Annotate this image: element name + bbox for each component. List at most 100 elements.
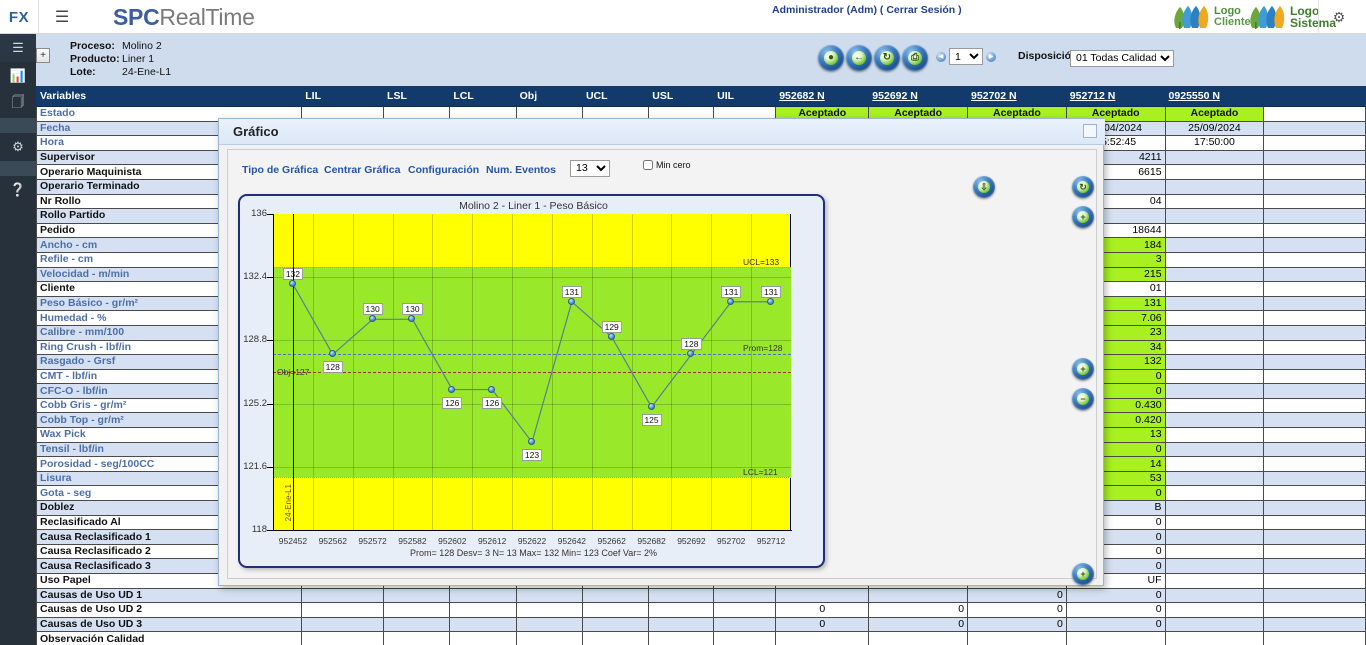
table-cell[interactable] [1164, 178, 1265, 195]
table-cell[interactable] [1263, 281, 1366, 297]
table-cell[interactable] [1263, 120, 1366, 137]
table-cell[interactable] [383, 631, 451, 645]
table-cell[interactable]: 17:50:00 [1164, 135, 1265, 151]
table-cell[interactable] [1263, 456, 1366, 472]
table-cell[interactable] [1263, 397, 1366, 414]
table-cell[interactable] [1065, 631, 1166, 645]
table-cell[interactable] [581, 587, 650, 604]
table-cell[interactable] [1164, 164, 1265, 180]
table-cell[interactable] [1263, 354, 1366, 370]
sidebar-item-settings[interactable]: ⚙ [0, 133, 36, 161]
refresh-chart-button[interactable]: ↻ [1072, 176, 1094, 198]
table-cell[interactable] [1164, 456, 1265, 472]
table-cell[interactable] [775, 587, 870, 604]
table-cell[interactable] [515, 602, 583, 618]
table-cell[interactable] [1164, 514, 1265, 531]
table-cell[interactable] [449, 616, 517, 633]
disposicion-select[interactable]: 01 Todas Calidad [1070, 49, 1174, 67]
table-cell[interactable] [1164, 631, 1265, 645]
table-cell[interactable] [648, 616, 715, 633]
table-cell[interactable] [1164, 470, 1265, 487]
table-cell[interactable] [1263, 251, 1366, 268]
chart-data-point[interactable] [567, 297, 575, 305]
col-uil[interactable]: UIL [713, 86, 777, 107]
table-cell[interactable] [713, 631, 777, 645]
table-cell[interactable] [1263, 106, 1366, 122]
table-cell[interactable] [1263, 164, 1366, 180]
num-eventos-select[interactable]: 13 [570, 159, 610, 177]
print-button[interactable]: ⎙ [902, 45, 928, 71]
sidebar-item-reports[interactable]: 📊 [0, 62, 36, 90]
col-ucl[interactable]: UCL [581, 86, 650, 107]
table-cell[interactable] [1263, 178, 1366, 195]
user-session-link[interactable]: Administrador (Adm) ( Cerrar Sesión ) [772, 4, 962, 16]
table-cell[interactable] [1263, 616, 1366, 633]
expand-chart-button[interactable]: + [1072, 563, 1094, 585]
table-cell[interactable]: 0 [868, 616, 969, 633]
table-cell[interactable] [1263, 485, 1366, 502]
table-cell[interactable] [1263, 310, 1366, 326]
chart-data-point[interactable] [767, 297, 775, 305]
table-cell[interactable] [581, 602, 650, 618]
table-cell[interactable] [648, 631, 715, 645]
table-cell[interactable] [1164, 324, 1265, 341]
table-cell[interactable] [1164, 383, 1265, 399]
col-obj[interactable]: Obj [515, 86, 583, 107]
table-cell[interactable] [1164, 281, 1265, 297]
col-lcl[interactable]: LCL [449, 86, 517, 107]
table-cell[interactable] [1263, 573, 1366, 589]
table-cell[interactable] [301, 616, 385, 633]
table-cell[interactable] [1263, 412, 1366, 429]
table-cell[interactable] [1164, 266, 1265, 283]
zoom-out-button[interactable]: − [1072, 388, 1094, 410]
table-cell[interactable] [1263, 441, 1366, 458]
table-row[interactable]: Causas de Uso UD 20000 [36, 602, 1366, 618]
chart-data-point[interactable] [647, 403, 655, 411]
table-cell[interactable] [775, 631, 870, 645]
table-cell[interactable] [1164, 295, 1265, 312]
hamburger-icon[interactable]: ☰ [50, 0, 74, 34]
variable-name-cell[interactable]: Causas de Uso UD 2 [36, 602, 303, 618]
col-variables[interactable]: Variables [36, 86, 303, 107]
variable-name-cell[interactable]: Observación Calidad [36, 631, 303, 645]
chart-panel[interactable]: Molino 2 - Liner 1 - Peso Básico UCL=133… [238, 194, 825, 568]
table-cell[interactable]: Aceptado [1164, 106, 1265, 122]
next-page-button[interactable]: ▶ [986, 51, 996, 62]
table-cell[interactable] [1164, 427, 1265, 443]
table-cell[interactable] [515, 587, 583, 604]
page-select[interactable]: 1 [949, 48, 983, 65]
table-cell[interactable] [1164, 251, 1265, 268]
variable-name-cell[interactable]: Causas de Uso UD 3 [36, 616, 303, 633]
table-row[interactable]: Causas de Uso UD 30000 [36, 616, 1366, 633]
table-cell[interactable] [1263, 295, 1366, 312]
chart-data-point[interactable] [368, 315, 376, 323]
centrar-grafica-link[interactable]: Centrar Gráfica [324, 164, 400, 176]
col-lil[interactable]: LIL [301, 86, 385, 107]
table-row[interactable]: Causas de Uso UD 1 00 [36, 587, 1366, 604]
sidebar-item-menu[interactable]: ☰ [0, 34, 36, 62]
table-cell[interactable] [1263, 237, 1366, 253]
table-cell[interactable]: 0 [775, 602, 870, 618]
table-cell[interactable] [449, 587, 517, 604]
table-cell[interactable] [1164, 412, 1265, 429]
table-cell[interactable] [1164, 208, 1265, 224]
table-cell[interactable] [1263, 602, 1366, 618]
table-cell[interactable] [1263, 587, 1366, 604]
table-cell[interactable] [1164, 397, 1265, 414]
table-cell[interactable] [1164, 368, 1265, 385]
table-cell[interactable] [1263, 383, 1366, 399]
table-cell[interactable] [1164, 587, 1265, 604]
table-cell[interactable] [1164, 354, 1265, 370]
table-cell[interactable] [1263, 149, 1366, 166]
table-cell[interactable] [1164, 543, 1265, 560]
col-952702[interactable]: 952702 N [967, 86, 1067, 107]
close-icon[interactable] [1083, 124, 1097, 138]
table-cell[interactable] [515, 631, 583, 645]
table-cell[interactable] [581, 616, 650, 633]
gear-icon[interactable]: ⚙ [1330, 9, 1348, 27]
table-cell[interactable] [1263, 208, 1366, 224]
table-cell[interactable] [967, 631, 1067, 645]
table-cell[interactable]: 0 [967, 602, 1067, 618]
table-cell[interactable] [1263, 514, 1366, 531]
table-cell[interactable] [1164, 222, 1265, 239]
